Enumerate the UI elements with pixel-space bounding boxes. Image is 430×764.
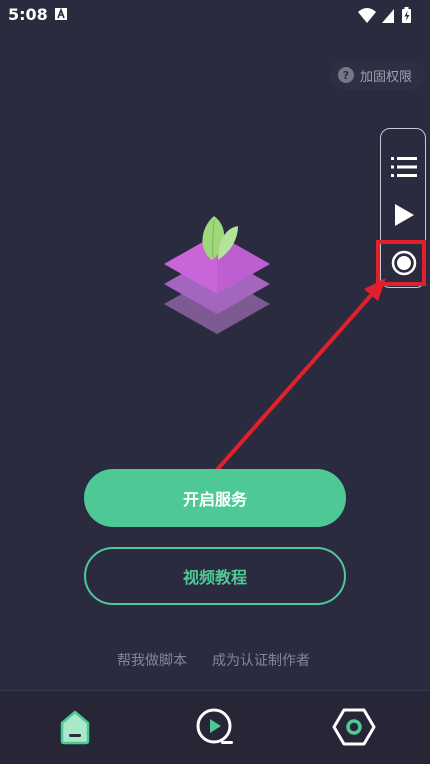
layered-leaf-logo <box>164 216 270 334</box>
start-service-button[interactable]: 开启服务 <box>84 469 346 527</box>
video-icon <box>196 708 233 744</box>
wifi-icon <box>358 8 376 23</box>
reinforce-permission-button[interactable]: ? 加固权限 <box>330 60 426 90</box>
become-certified-creator-link[interactable]: 成为认证制作者 <box>212 650 310 670</box>
play-icon <box>395 204 414 226</box>
permission-label: 加固权限 <box>360 69 413 85</box>
home-icon <box>60 710 90 745</box>
list-icon <box>391 157 417 177</box>
status-time: 5:08 <box>8 5 48 24</box>
record-highlight-box <box>376 240 426 286</box>
question-circle-icon: ? <box>338 67 354 83</box>
a-letter-icon <box>55 8 67 20</box>
bottom-nav <box>0 691 430 764</box>
battery-charging-icon <box>402 7 411 23</box>
nav-video[interactable] <box>193 705 237 749</box>
nav-home[interactable] <box>53 705 97 749</box>
signal-icon <box>382 9 394 23</box>
list-button[interactable] <box>381 147 427 187</box>
help-me-script-link[interactable]: 帮我做脚本 <box>117 650 187 670</box>
play-button[interactable] <box>381 195 427 235</box>
footer-links: 帮我做脚本 成为认证制作者 <box>0 650 430 670</box>
video-tutorial-button[interactable]: 视频教程 <box>84 547 346 605</box>
settings-icon <box>332 708 376 746</box>
nav-settings[interactable] <box>332 705 376 749</box>
status-icons <box>358 7 411 23</box>
status-bar: 5:08 <box>0 0 430 32</box>
